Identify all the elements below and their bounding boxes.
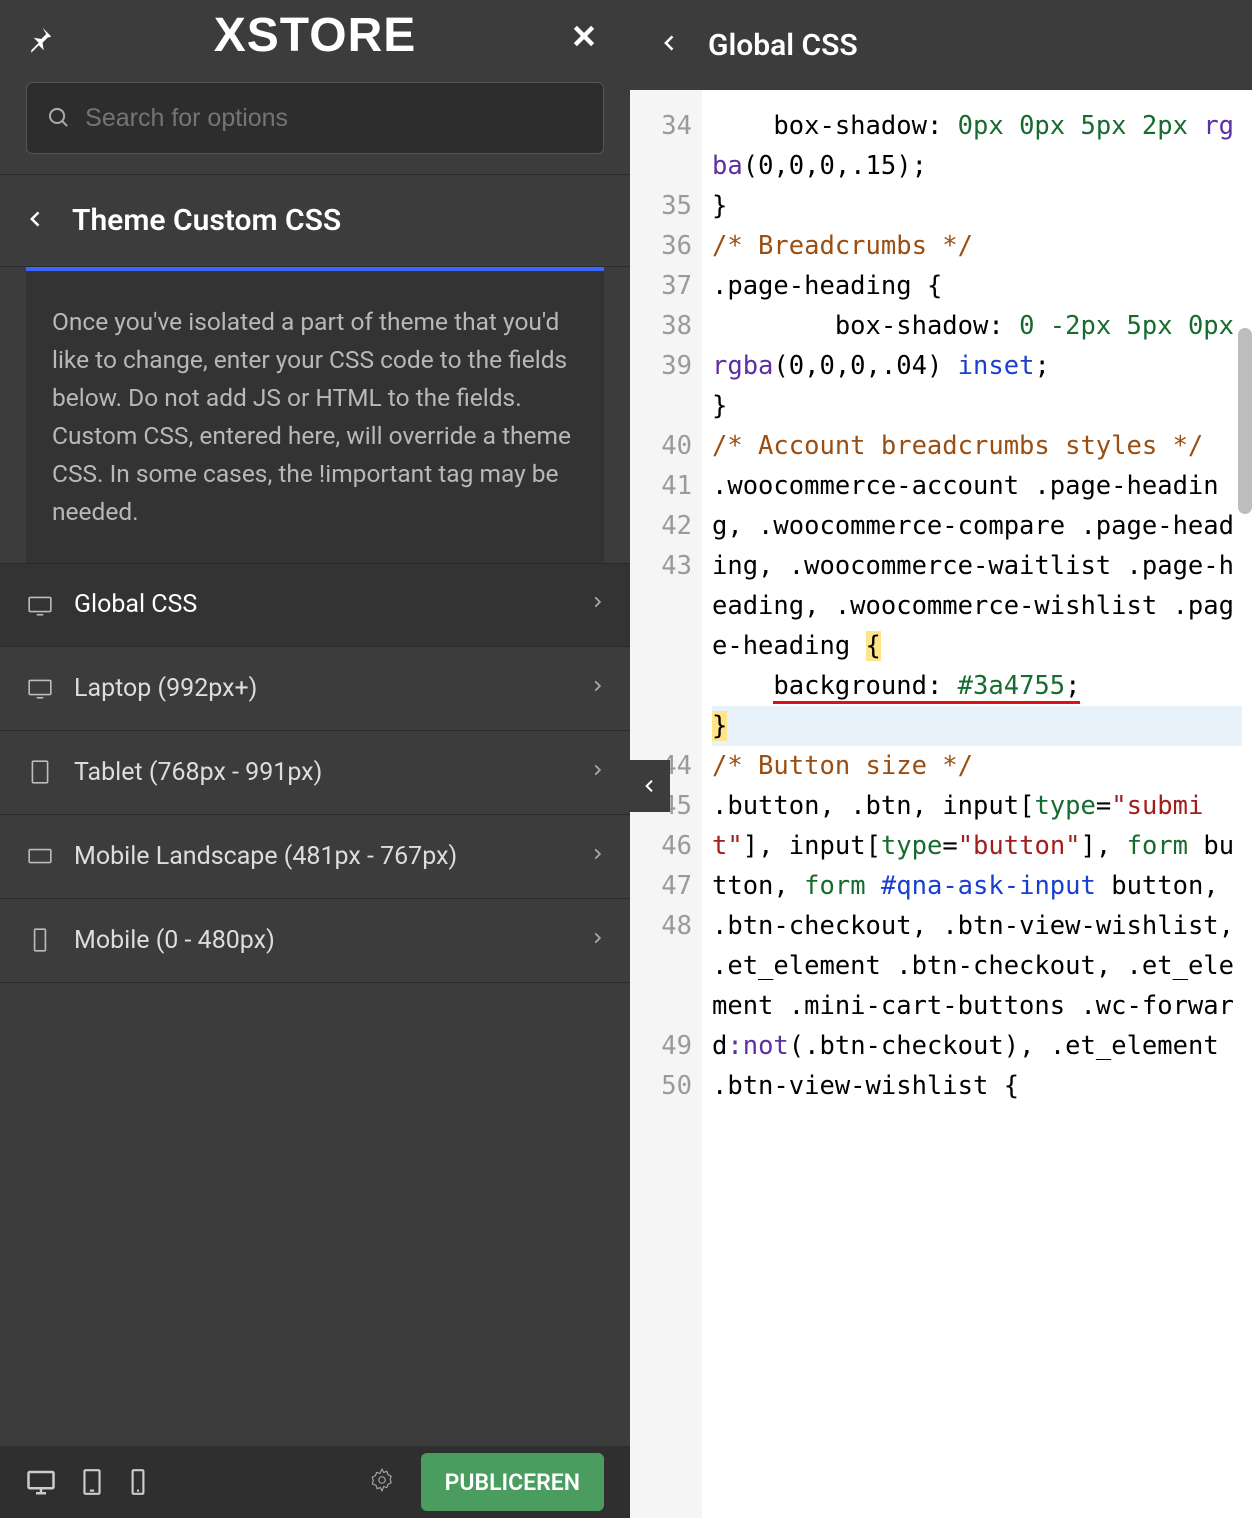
code-line[interactable]: } (712, 706, 1242, 746)
publish-button[interactable]: PUBLICEREN (421, 1453, 604, 1511)
chevron-right-icon (590, 842, 604, 871)
info-box: Once you've isolated a part of theme tha… (26, 271, 604, 563)
chevron-right-icon (590, 926, 604, 955)
menu-item-label: Laptop (992px+) (74, 674, 257, 703)
collapse-sidebar-icon[interactable] (630, 760, 670, 812)
editor-title: Global CSS (708, 28, 858, 63)
device-icon (26, 842, 54, 870)
line-number: 38 (630, 306, 692, 346)
menu-item-label: Mobile Landscape (481px - 767px) (74, 842, 457, 871)
menu-item-1[interactable]: Laptop (992px+) (0, 647, 630, 731)
sidebar-header: XSTORE (0, 0, 630, 70)
code-area[interactable]: box-shadow: 0px 0px 5px 2px rgba(0,0,0,.… (702, 90, 1252, 1518)
search-wrap (0, 70, 630, 174)
device-desktop-icon[interactable] (26, 1469, 56, 1495)
editor-scrollbar[interactable] (1238, 328, 1252, 514)
line-number: 40 (630, 426, 692, 466)
section-header[interactable]: Theme Custom CSS (0, 174, 630, 267)
code-line[interactable]: .btn-checkout, .btn-view-wishlist, (712, 906, 1242, 946)
code-line[interactable]: } (712, 186, 1242, 226)
search-icon (47, 105, 71, 131)
search-input[interactable] (85, 104, 583, 133)
code-line[interactable]: } (712, 386, 1242, 426)
line-number: 47 (630, 866, 692, 906)
menu-item-label: Tablet (768px - 991px) (74, 758, 322, 787)
logo: XSTORE (214, 8, 417, 63)
close-icon[interactable] (568, 20, 600, 52)
code-line[interactable]: /* Account breadcrumbs styles */ (712, 426, 1242, 466)
code-editor[interactable]: 34 3536373839 40414243 4445464748 4950 b… (630, 90, 1252, 1518)
chevron-right-icon (590, 758, 604, 787)
back-icon[interactable] (26, 207, 46, 235)
code-line[interactable]: .page-heading { (712, 266, 1242, 306)
editor-header: Global CSS (630, 0, 1252, 90)
line-number: 39 (630, 346, 692, 386)
line-number: 49 (630, 1026, 692, 1066)
menu-item-2[interactable]: Tablet (768px - 991px) (0, 731, 630, 815)
gear-icon[interactable] (369, 1467, 395, 1497)
menu-item-label: Mobile (0 - 480px) (74, 926, 275, 955)
chevron-right-icon (590, 590, 604, 619)
line-number: 36 (630, 226, 692, 266)
sidebar-footer: PUBLICEREN (0, 1446, 630, 1518)
line-number: 50 (630, 1066, 692, 1106)
code-line[interactable]: .button, .btn, input[type="submit"], inp… (712, 786, 1242, 906)
line-number: 46 (630, 826, 692, 866)
pin-icon[interactable] (25, 24, 55, 54)
device-tablet-icon[interactable] (80, 1468, 104, 1496)
line-number: 35 (630, 186, 692, 226)
code-line[interactable]: background: #3a4755; (712, 666, 1242, 706)
device-mobile-icon[interactable] (128, 1468, 148, 1496)
menu-item-3[interactable]: Mobile Landscape (481px - 767px) (0, 815, 630, 899)
code-line[interactable]: /* Breadcrumbs */ (712, 226, 1242, 266)
editor-back-icon[interactable] (660, 31, 680, 59)
device-icon (26, 758, 54, 786)
editor-panel: Global CSS 34 3536373839 40414243 444546… (630, 0, 1252, 1518)
line-number: 48 (630, 906, 692, 946)
menu-item-4[interactable]: Mobile (0 - 480px) (0, 899, 630, 983)
device-icon (26, 926, 54, 954)
section-title: Theme Custom CSS (72, 203, 341, 238)
device-icon (26, 674, 54, 702)
menu-item-0[interactable]: Global CSS (0, 563, 630, 647)
customizer-sidebar: XSTORE Theme Custom CSS Once you've isol… (0, 0, 630, 1518)
code-line[interactable]: .et_element .btn-checkout, .et_element .… (712, 946, 1242, 1106)
breakpoint-menu: Global CSS Laptop (992px+) Tablet (768px -… (0, 563, 630, 983)
code-line[interactable]: /* Button size */ (712, 746, 1242, 786)
code-line[interactable]: box-shadow: 0px 0px 5px 2px rgba(0,0,0,.… (712, 106, 1242, 186)
line-number: 41 (630, 466, 692, 506)
chevron-right-icon (590, 674, 604, 703)
device-icon (26, 591, 54, 619)
line-number: 37 (630, 266, 692, 306)
code-line[interactable]: box-shadow: 0 -2px 5px 0px rgba(0,0,0,.0… (712, 306, 1242, 386)
line-number: 42 (630, 506, 692, 546)
search-field[interactable] (26, 82, 604, 154)
menu-item-label: Global CSS (74, 590, 197, 619)
line-number: 34 (630, 106, 692, 146)
code-line[interactable]: .woocommerce-account .page-heading, .woo… (712, 466, 1242, 666)
line-number: 43 (630, 546, 692, 586)
